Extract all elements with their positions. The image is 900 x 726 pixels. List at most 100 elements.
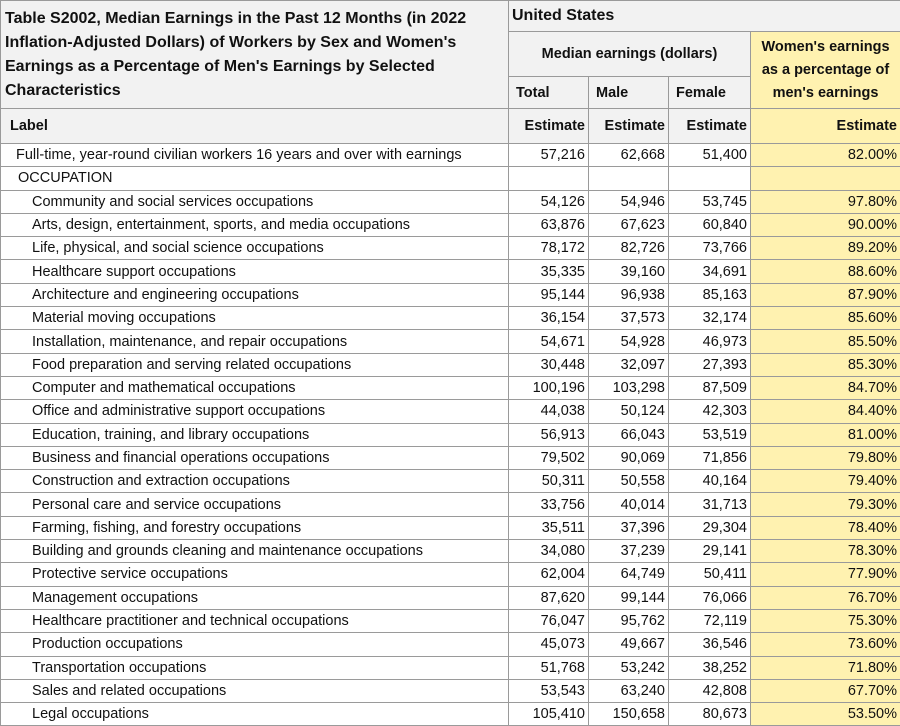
occupation-label: Food preparation and serving related occ… [1, 353, 509, 376]
occupation-label: Material moving occupations [1, 307, 509, 330]
total-earnings: 33,756 [509, 493, 589, 516]
male-earnings: 32,097 [589, 353, 669, 376]
occupation-label: Sales and related occupations [1, 679, 509, 702]
total-earnings: 78,172 [509, 237, 589, 260]
male-earnings: 103,298 [589, 376, 669, 399]
women-pct: 84.40% [751, 400, 900, 423]
table-title: Table S2002, Median Earnings in the Past… [1, 1, 509, 109]
occupation-label: Arts, design, entertainment, sports, and… [1, 213, 509, 236]
women-pct: 97.80% [751, 190, 900, 213]
total-earnings: 54,126 [509, 190, 589, 213]
female-earnings: 85,163 [669, 283, 751, 306]
table-row: Transportation occupations51,76853,24238… [1, 656, 900, 679]
women-pct: 79.30% [751, 493, 900, 516]
male-earnings: 50,558 [589, 470, 669, 493]
total-earnings: 53,543 [509, 679, 589, 702]
male-earnings: 37,239 [589, 540, 669, 563]
label-header: Label [1, 109, 509, 144]
male-earnings: 37,573 [589, 307, 669, 330]
table-row: Building and grounds cleaning and mainte… [1, 540, 900, 563]
summary-label: Full-time, year-round civilian workers 1… [1, 144, 509, 167]
table-row: Architecture and engineering occupations… [1, 283, 900, 306]
women-pct-header: Women's earnings as a percentage of men'… [751, 32, 900, 109]
table-row: Arts, design, entertainment, sports, and… [1, 213, 900, 236]
occupation-label: Installation, maintenance, and repair oc… [1, 330, 509, 353]
table-row: Farming, fishing, and forestry occupatio… [1, 516, 900, 539]
total-earnings: 62,004 [509, 563, 589, 586]
header-row-estimates: Label Estimate Estimate Estimate Estimat… [1, 109, 900, 144]
section-label: OCCUPATION [1, 167, 509, 190]
occupation-label: Life, physical, and social science occup… [1, 237, 509, 260]
women-pct: 85.60% [751, 307, 900, 330]
total-earnings: 63,876 [509, 213, 589, 236]
total-earnings: 35,335 [509, 260, 589, 283]
female-earnings: 29,141 [669, 540, 751, 563]
table-row: Construction and extraction occupations 5… [1, 470, 900, 493]
female-earnings: 80,673 [669, 703, 751, 726]
total-earnings: 56,913 [509, 423, 589, 446]
occupation-label: Architecture and engineering occupations [1, 283, 509, 306]
section-row: OCCUPATION [1, 167, 900, 190]
table-row: Production occupations45,07349,66736,546… [1, 633, 900, 656]
women-pct: 89.20% [751, 237, 900, 260]
female-earnings: 42,303 [669, 400, 751, 423]
section-empty-pct [751, 167, 900, 190]
male-earnings: 99,144 [589, 586, 669, 609]
female-earnings: 38,252 [669, 656, 751, 679]
female-earnings: 72,119 [669, 609, 751, 632]
table-row: Installation, maintenance, and repair oc… [1, 330, 900, 353]
women-pct: 78.40% [751, 516, 900, 539]
table-row: Business and financial operations occupa… [1, 446, 900, 469]
section-empty-total [509, 167, 589, 190]
women-pct: 76.70% [751, 586, 900, 609]
occupation-label: Office and administrative support occupa… [1, 400, 509, 423]
female-earnings: 42,808 [669, 679, 751, 702]
estimate-header-total: Estimate [509, 109, 589, 144]
total-earnings: 45,073 [509, 633, 589, 656]
occupation-label: Construction and extraction occupations [1, 470, 509, 493]
occupation-label: Personal care and service occupations [1, 493, 509, 516]
female-earnings: 50,411 [669, 563, 751, 586]
total-earnings: 76,047 [509, 609, 589, 632]
women-pct: 78.30% [751, 540, 900, 563]
total-earnings: 51,768 [509, 656, 589, 679]
women-pct: 73.60% [751, 633, 900, 656]
female-earnings: 31,713 [669, 493, 751, 516]
women-pct: 84.70% [751, 376, 900, 399]
summary-male: 62,668 [589, 144, 669, 167]
women-pct: 75.30% [751, 609, 900, 632]
col-total-header: Total [509, 77, 589, 109]
occupation-label: Farming, fishing, and forestry occupatio… [1, 516, 509, 539]
male-earnings: 63,240 [589, 679, 669, 702]
table-row: Material moving occupations36,15437,5733… [1, 307, 900, 330]
table-row: Food preparation and serving related occ… [1, 353, 900, 376]
women-pct: 90.00% [751, 213, 900, 236]
female-earnings: 36,546 [669, 633, 751, 656]
female-earnings: 53,519 [669, 423, 751, 446]
male-earnings: 49,667 [589, 633, 669, 656]
summary-row: Full-time, year-round civilian workers 1… [1, 144, 900, 167]
women-pct: 81.00% [751, 423, 900, 446]
female-earnings: 29,304 [669, 516, 751, 539]
table-row: Healthcare support occupations35,33539,1… [1, 260, 900, 283]
total-earnings: 34,080 [509, 540, 589, 563]
female-earnings: 73,766 [669, 237, 751, 260]
total-earnings: 105,410 [509, 703, 589, 726]
summary-total: 57,216 [509, 144, 589, 167]
occupation-label: Management occupations [1, 586, 509, 609]
occupation-label: Computer and mathematical occupations [1, 376, 509, 399]
table-row: Legal occupations105,410150,65880,67353.… [1, 703, 900, 726]
occupation-label: Education, training, and library occupat… [1, 423, 509, 446]
male-earnings: 39,160 [589, 260, 669, 283]
women-pct: 88.60% [751, 260, 900, 283]
col-female-header: Female [669, 77, 751, 109]
occupation-label: Building and grounds cleaning and mainte… [1, 540, 509, 563]
women-pct: 53.50% [751, 703, 900, 726]
col-male-header: Male [589, 77, 669, 109]
occupation-label: Healthcare practitioner and technical oc… [1, 609, 509, 632]
header-row-geography: Table S2002, Median Earnings in the Past… [1, 1, 900, 32]
table-row: Community and social services occupation… [1, 190, 900, 213]
male-earnings: 50,124 [589, 400, 669, 423]
occupation-label: Legal occupations [1, 703, 509, 726]
female-earnings: 76,066 [669, 586, 751, 609]
